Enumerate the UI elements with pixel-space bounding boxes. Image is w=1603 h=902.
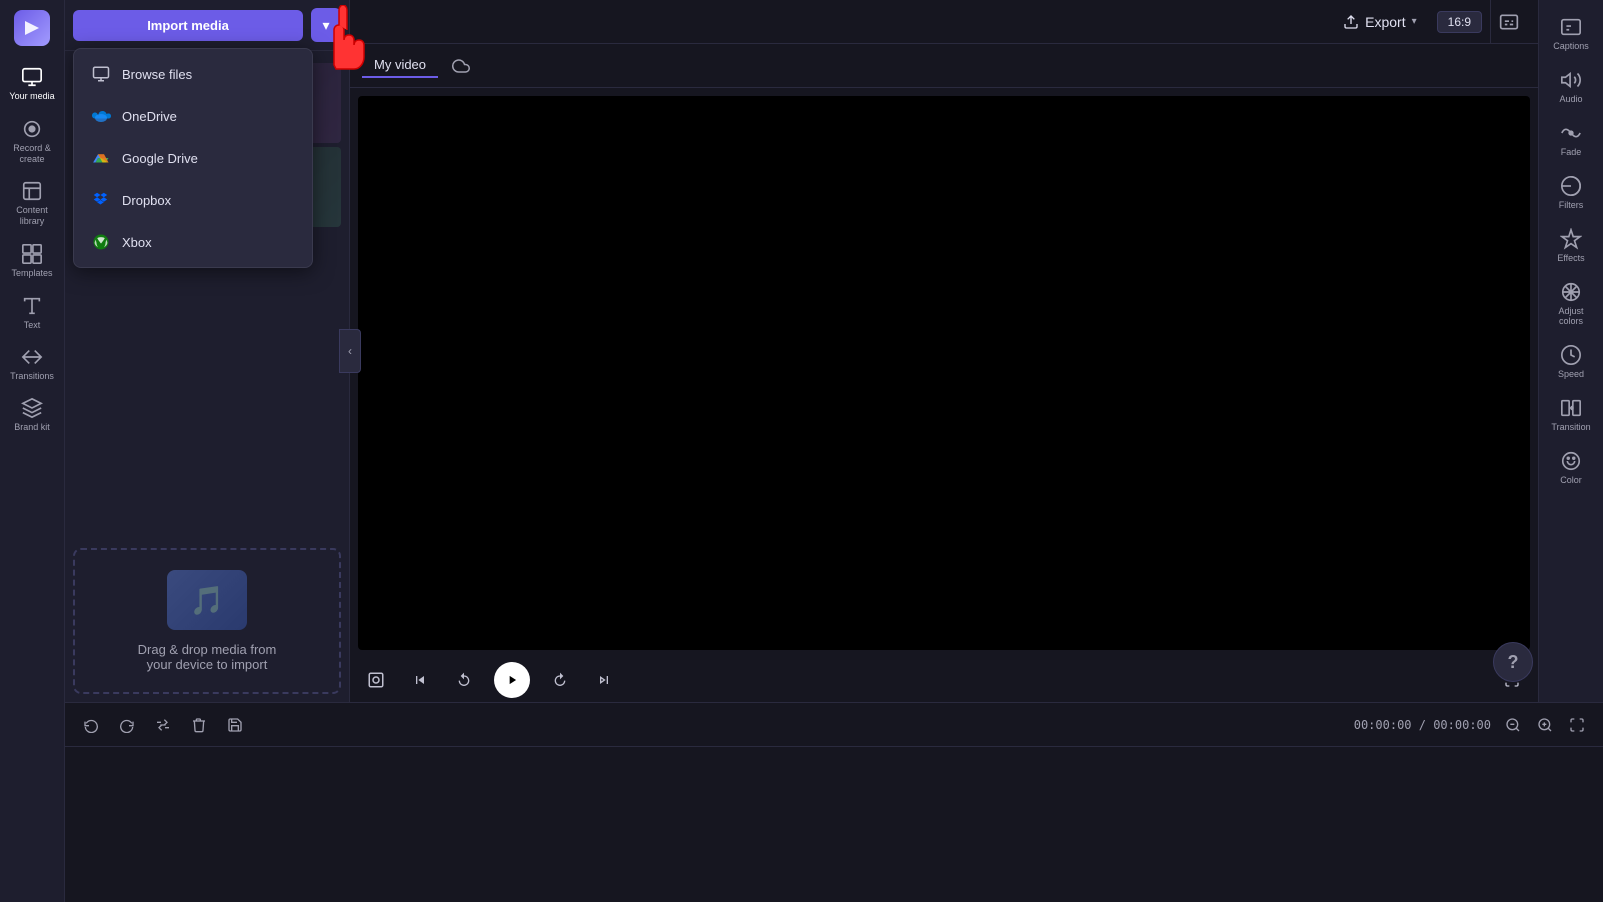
tab-my-video[interactable]: My video — [362, 53, 438, 78]
sidebar-item-record[interactable]: Record &create — [0, 110, 65, 173]
right-panel-transition[interactable]: Transition — [1541, 389, 1601, 440]
video-tabs-bar: My video — [350, 44, 1538, 88]
video-preview-area: Export ▾ 16:9 My video — [350, 0, 1538, 702]
dropbox-icon — [90, 189, 112, 211]
header-bar: Export ▾ 16:9 — [350, 0, 1538, 44]
drag-drop-zone[interactable]: 🎵 Drag & drop media from your device to … — [73, 548, 341, 694]
right-panel-speed[interactable]: Speed — [1541, 336, 1601, 387]
onedrive-icon — [90, 105, 112, 127]
monitor-icon — [90, 63, 112, 85]
right-panel-audio[interactable]: Audio — [1541, 61, 1601, 112]
right-panel-adjust-colors[interactable]: Adjustcolors — [1541, 273, 1601, 334]
forward-button[interactable] — [546, 666, 574, 694]
sidebar-item-content-library[interactable]: Contentlibrary — [0, 172, 65, 235]
go-to-start-button[interactable] — [406, 666, 434, 694]
sidebar-item-transitions[interactable]: Transitions — [0, 338, 65, 389]
captions-button[interactable] — [1490, 0, 1526, 44]
main-content: Import media ▾ Browse files — [65, 0, 1603, 902]
xbox-option[interactable]: Xbox — [74, 221, 312, 263]
undo-button[interactable] — [77, 711, 105, 739]
delete-button[interactable] — [185, 711, 213, 739]
export-button[interactable]: Export ▾ — [1331, 8, 1429, 36]
google-drive-icon — [90, 147, 112, 169]
sidebar-item-your-media[interactable]: Your media — [0, 58, 65, 110]
timeline-zoom-controls — [1499, 711, 1591, 739]
split-button[interactable] — [149, 711, 177, 739]
timeline-toolbar: 00:00:00 / 00:00:00 — [65, 703, 1603, 747]
dropbox-option[interactable]: Dropbox — [74, 179, 312, 221]
go-to-end-button[interactable] — [590, 666, 618, 694]
right-panel-fade[interactable]: Fade — [1541, 114, 1601, 165]
app-logo[interactable] — [12, 8, 52, 48]
music-file-icon: 🎵 — [167, 570, 247, 630]
video-controls — [350, 658, 1538, 702]
export-dropdown-arrow: ▾ — [1412, 16, 1417, 27]
aspect-ratio-badge[interactable]: 16:9 — [1437, 11, 1482, 33]
zoom-in-button[interactable] — [1531, 711, 1559, 739]
timeline-time-display: 00:00:00 / 00:00:00 — [1354, 718, 1491, 732]
collapse-panel-arrow[interactable]: ‹ — [339, 329, 361, 373]
onedrive-option[interactable]: OneDrive — [74, 95, 312, 137]
play-button[interactable] — [494, 662, 530, 698]
save-button[interactable] — [221, 711, 249, 739]
rewind-button[interactable] — [450, 666, 478, 694]
drag-drop-text: Drag & drop media from your device to im… — [138, 642, 277, 672]
export-icon — [1343, 14, 1359, 30]
right-panel-effects[interactable]: Effects — [1541, 220, 1601, 271]
timeline-content[interactable] — [65, 747, 1603, 902]
timeline-area: 00:00:00 / 00:00:00 — [65, 702, 1603, 902]
screenshot-button[interactable] — [362, 666, 390, 694]
zoom-out-button[interactable] — [1499, 711, 1527, 739]
google-drive-option[interactable]: Google Drive — [74, 137, 312, 179]
media-panel-header: Import media ▾ — [65, 0, 349, 51]
help-button[interactable]: ? — [1493, 642, 1533, 682]
import-dropdown-menu: Browse files OneDrive — [73, 48, 313, 268]
fit-to-window-button[interactable] — [1563, 711, 1591, 739]
sidebar-item-templates[interactable]: Templates — [0, 235, 65, 287]
browse-files-option[interactable]: Browse files — [74, 53, 312, 95]
import-media-arrow-button[interactable]: ▾ — [311, 8, 341, 42]
sidebar: Your media Record &create Contentlibrary… — [0, 0, 65, 902]
redo-button[interactable] — [113, 711, 141, 739]
right-panel: Captions Audio Fade — [1538, 0, 1603, 702]
cloud-save-button[interactable] — [446, 51, 476, 81]
xbox-icon — [90, 231, 112, 253]
top-area: Import media ▾ Browse files — [65, 0, 1603, 702]
sidebar-item-text[interactable]: Text — [0, 287, 65, 338]
right-panel-captions[interactable]: Captions — [1541, 8, 1601, 59]
right-panel-color[interactable]: Color — [1541, 442, 1601, 493]
import-media-button[interactable]: Import media — [73, 10, 303, 41]
media-panel: Import media ▾ Browse files — [65, 0, 350, 702]
right-panel-filters[interactable]: Filters — [1541, 167, 1601, 218]
sidebar-item-brand-kit[interactable]: Brand kit — [0, 389, 65, 440]
video-canvas — [358, 96, 1530, 650]
